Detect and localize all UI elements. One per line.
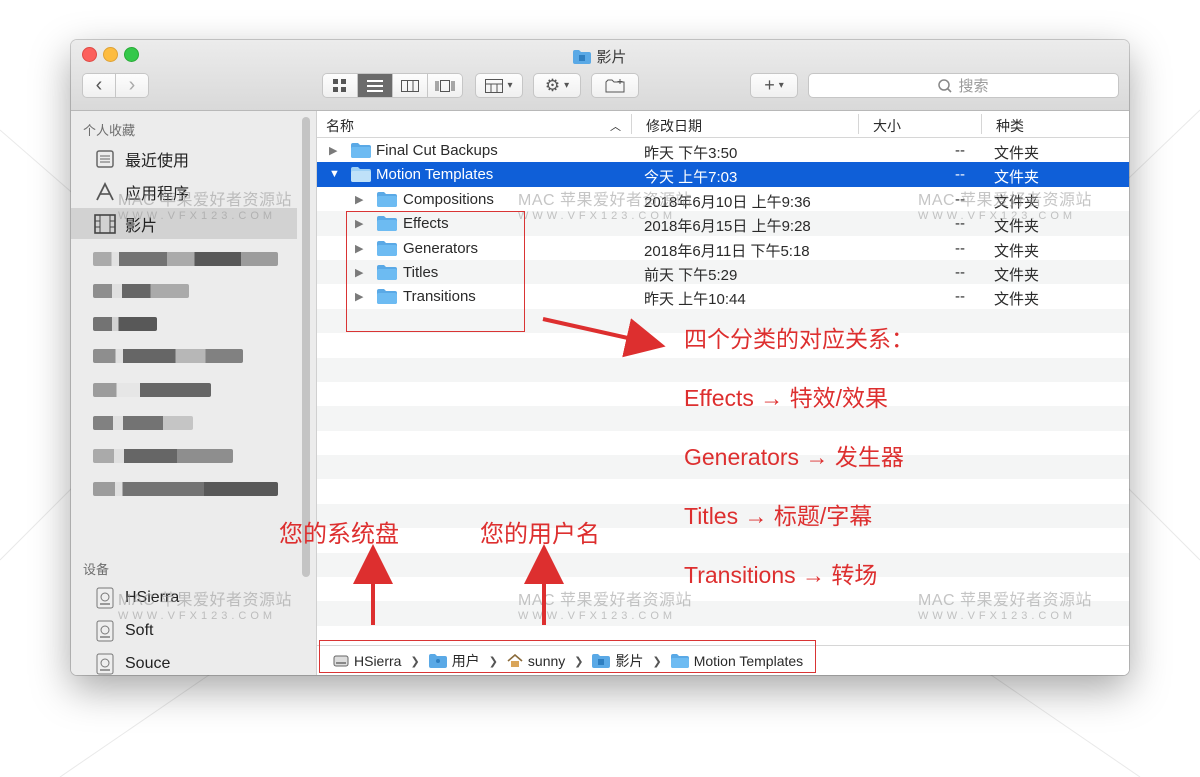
annotation-heading: 四个分类的对应关系： [684,326,914,352]
annotation-arrows [353,317,666,625]
annotation-mapping: Transitions → 转场 [684,562,878,588]
annotation-mapping: Titles → 标题/字幕 [684,503,873,529]
annotation-username: 您的用户名 [480,521,600,548]
annotation-mapping: Effects → 特效/效果 [684,385,889,411]
arrow-to-mapping [542,317,666,358]
annotation-system-disk: 您的系统盘 [279,521,399,548]
annotation-mapping: Generators → 发生器 [684,444,904,470]
